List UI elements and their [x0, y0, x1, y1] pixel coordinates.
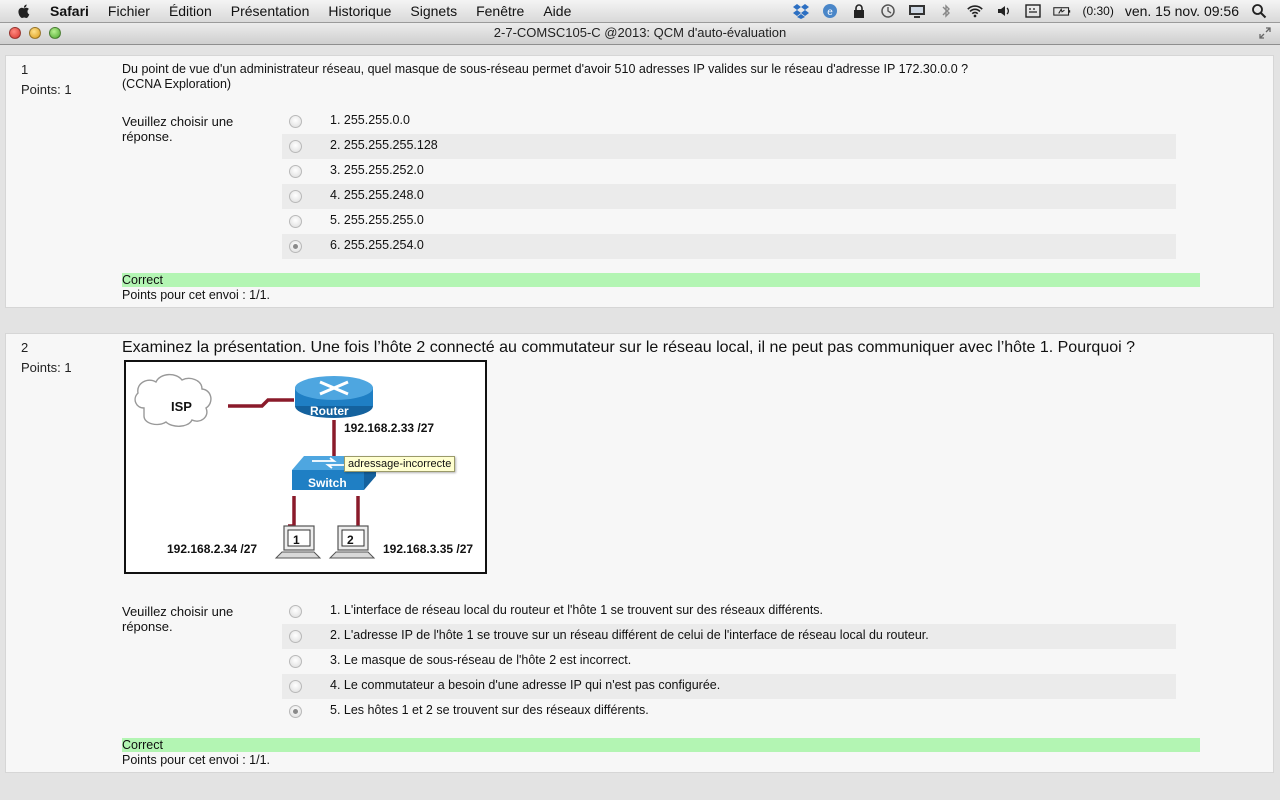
question-1: 1 Points: 1 Du point de vue d'un adminis… [5, 55, 1274, 308]
answer-option[interactable]: 3. 255.255.252.0 [282, 159, 1176, 184]
answer-radio[interactable] [289, 680, 302, 693]
question-source: (CCNA Exploration) [122, 77, 232, 91]
spotlight-search-icon[interactable] [1250, 3, 1268, 19]
answer-radio-selected[interactable] [289, 705, 302, 718]
apple-menu-icon[interactable] [16, 3, 32, 19]
menu-presentation[interactable]: Présentation [231, 3, 310, 19]
answer-label: 5. 255.255.255.0 [330, 213, 424, 227]
answer-label: 2. 255.255.255.128 [330, 138, 438, 152]
dropbox-icon[interactable] [792, 3, 810, 19]
host-2-ip-label: 192.168.3.35 /27 [383, 542, 474, 556]
answer-option[interactable]: 5. 255.255.255.0 [282, 209, 1176, 234]
score-text: Points pour cet envoi : 1/1. [122, 288, 271, 302]
question-points: Points: 1 [21, 82, 72, 97]
wifi-icon[interactable] [966, 3, 984, 19]
display-icon[interactable] [908, 3, 926, 19]
score-text: Points pour cet envoi : 1/1. [122, 753, 271, 767]
menu-aide[interactable]: Aide [543, 3, 571, 19]
fullscreen-icon[interactable] [1258, 26, 1272, 40]
time-machine-icon[interactable] [879, 3, 897, 19]
keyboard-icon[interactable] [1024, 3, 1042, 19]
answer-radio[interactable] [289, 140, 302, 153]
menu-fichier[interactable]: Fichier [108, 3, 150, 19]
status-area: e (0:30) ven. 15 nov. 09:56 [792, 0, 1268, 22]
sync-icon[interactable]: e [821, 3, 839, 19]
menubar-clock[interactable]: ven. 15 nov. 09:56 [1125, 3, 1239, 19]
answer-label: 1. L'interface de réseau local du routeu… [330, 603, 824, 617]
question-text: Examinez la présentation. Une fois l’hôt… [122, 339, 1136, 356]
window-title-bar: 2-7-COMSC105-C @2013: QCM d'auto-évaluat… [0, 23, 1280, 45]
answer-option[interactable]: 1. L'interface de réseau local du routeu… [282, 599, 1176, 624]
lock-icon[interactable] [850, 3, 868, 19]
menu-app-safari[interactable]: Safari [50, 3, 89, 19]
feedback-correct: Correct [122, 738, 1200, 752]
menu-signets[interactable]: Signets [410, 3, 457, 19]
answer-option[interactable]: 5. Les hôtes 1 et 2 se trouvent sur des … [282, 699, 1176, 724]
svg-text:e: e [828, 7, 834, 18]
answer-option[interactable]: 2. L'adresse IP de l'hôte 1 se trouve su… [282, 624, 1176, 649]
network-diagram: ISP Router 192.168.2.33 /27 Switch adres… [124, 360, 487, 574]
question-number: 2 [21, 340, 29, 355]
battery-time: (0:30) [1082, 4, 1114, 18]
answer-label: 5. Les hôtes 1 et 2 se trouvent sur des … [330, 703, 649, 717]
page-content: 1 Points: 1 Du point de vue d'un adminis… [0, 45, 1280, 800]
answer-list: 1. 255.255.0.0 2. 255.255.255.128 3. 255… [282, 109, 1176, 259]
feedback-correct: Correct [122, 273, 1200, 287]
question-points: Points: 1 [21, 360, 72, 375]
answer-radio[interactable] [289, 605, 302, 618]
answer-prompt: Veuillez choisir une réponse. [122, 604, 234, 634]
question-2: 2 Points: 1 Examinez la présentation. Un… [5, 333, 1274, 773]
switch-host1-link [288, 496, 296, 528]
answer-label: 4. Le commutateur a besoin d'une adresse… [330, 678, 721, 692]
battery-icon[interactable] [1053, 3, 1071, 19]
answer-radio[interactable] [289, 630, 302, 643]
answer-radio[interactable] [289, 115, 302, 128]
answer-radio[interactable] [289, 190, 302, 203]
answer-label: 3. Le masque de sous-réseau de l'hôte 2 … [330, 653, 632, 667]
host-1-ip-label: 192.168.2.34 /27 [167, 542, 258, 556]
menu-edition[interactable]: Édition [169, 3, 212, 19]
answer-radio[interactable] [289, 165, 302, 178]
host-1-number: 1 [293, 533, 300, 547]
isp-label: ISP [171, 399, 192, 414]
window-title: 2-7-COMSC105-C @2013: QCM d'auto-évaluat… [493, 25, 787, 40]
answer-label: 2. L'adresse IP de l'hôte 1 se trouve su… [330, 628, 929, 642]
answer-label: 1. 255.255.0.0 [330, 113, 410, 127]
answer-option[interactable]: 4. 255.255.248.0 [282, 184, 1176, 209]
answer-radio[interactable] [289, 655, 302, 668]
menu-historique[interactable]: Historique [328, 3, 391, 19]
router-label: Router [310, 404, 349, 418]
tooltip: adressage-incorrecte [344, 456, 456, 472]
answer-radio[interactable] [289, 215, 302, 228]
volume-icon[interactable] [995, 3, 1013, 19]
host-2-number: 2 [347, 533, 354, 547]
answer-option[interactable]: 6. 255.255.254.0 [282, 234, 1176, 259]
answer-radio-selected[interactable] [289, 240, 302, 253]
answer-label: 4. 255.255.248.0 [330, 188, 424, 202]
answer-option[interactable]: 3. Le masque de sous-réseau de l'hôte 2 … [282, 649, 1176, 674]
answer-option[interactable]: 4. Le commutateur a besoin d'une adresse… [282, 674, 1176, 699]
question-text-line: Du point de vue d'un administrateur rése… [122, 62, 969, 76]
answer-label: 6. 255.255.254.0 [330, 238, 424, 252]
bluetooth-icon[interactable] [937, 3, 955, 19]
isp-router-link [228, 398, 294, 408]
answer-prompt: Veuillez choisir une réponse. [122, 114, 234, 144]
switch-label: Switch [308, 476, 347, 490]
answer-label: 3. 255.255.252.0 [330, 163, 424, 177]
menu-fenetre[interactable]: Fenêtre [476, 3, 524, 19]
question-text: Du point de vue d'un administrateur rése… [122, 62, 968, 92]
question-number: 1 [21, 62, 29, 77]
answer-list: 1. L'interface de réseau local du routeu… [282, 599, 1176, 724]
answer-option[interactable]: 2. 255.255.255.128 [282, 134, 1176, 159]
answer-option[interactable]: 1. 255.255.0.0 [282, 109, 1176, 134]
menu-bar: Safari Fichier Édition Présentation Hist… [0, 0, 1280, 23]
router-ip-label: 192.168.2.33 /27 [344, 421, 435, 435]
